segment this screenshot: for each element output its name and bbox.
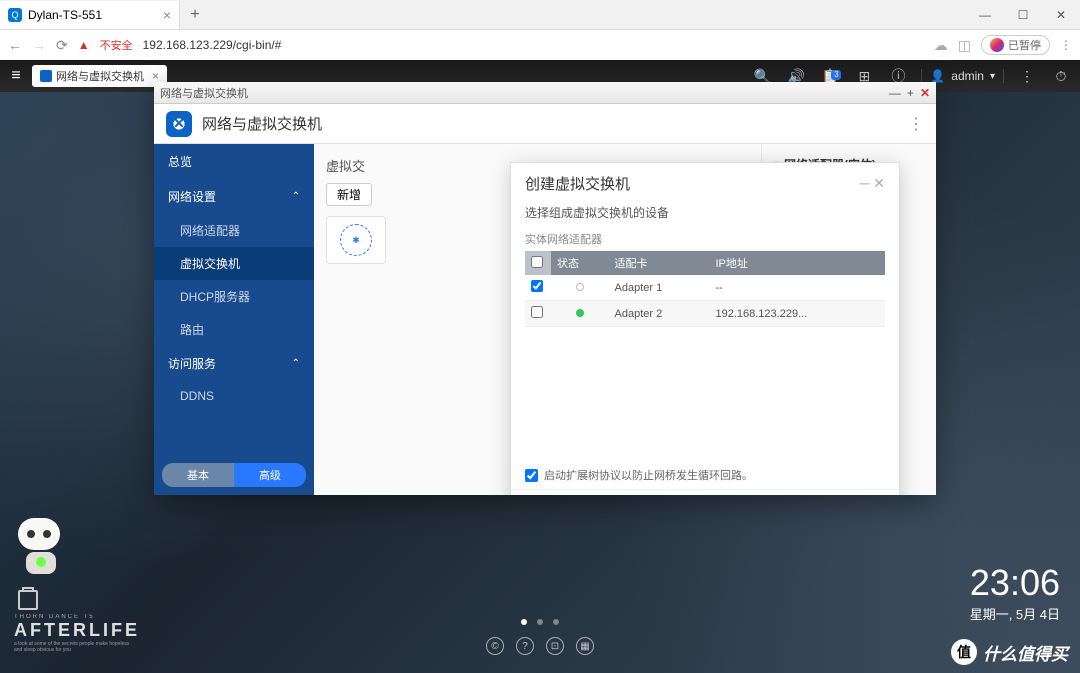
footer-icon-2[interactable]: ? <box>516 637 534 655</box>
close-button[interactable]: ✕ <box>1042 0 1080 30</box>
footer-icon-4[interactable]: ▦ <box>576 637 594 655</box>
browser-tab[interactable]: Q Dylan-TS-551 × <box>0 1 180 29</box>
back-button[interactable]: ← <box>8 37 22 53</box>
col-ip: IP地址 <box>709 251 885 275</box>
desktop-clock: 23:06 星期一, 5月 4日 <box>970 562 1060 623</box>
taskbar-app-tab[interactable]: 网络与虚拟交换机 × <box>32 65 167 87</box>
col-status: 状态 <box>551 251 609 275</box>
notifications-icon[interactable]: ⋮ <box>1012 68 1042 85</box>
minimize-button[interactable]: — <box>966 0 1004 30</box>
new-tab-button[interactable]: + <box>180 6 210 24</box>
main-pane: 虚拟交 新增 ✱ 创建虚拟交换机 ─ ✕ 选择组成虚拟交换机的设备 实体网络适配… <box>314 144 936 495</box>
center-pane: 虚拟交 新增 ✱ 创建虚拟交换机 ─ ✕ 选择组成虚拟交换机的设备 实体网络适配… <box>314 144 761 495</box>
sidebar-mode-toggle: 基本 高级 <box>154 455 314 495</box>
address-bar: ← → ⟳ ▲ 不安全 192.168.123.229/cgi-bin/# ☁ … <box>0 30 1080 60</box>
add-button[interactable]: 新增 <box>326 183 372 206</box>
clock-time: 23:06 <box>970 562 1060 604</box>
ext-icon-1[interactable]: ☁ <box>934 37 948 54</box>
url-text[interactable]: 192.168.123.229/cgi-bin/# <box>143 38 282 52</box>
app-header: 网络与虚拟交换机 ⋮ <box>154 104 936 144</box>
trash-icon <box>18 590 38 610</box>
modal-footer: 取消 步骤 1/6 上一步 下一步 <box>511 489 899 495</box>
chevron-down-icon: ▾ <box>990 71 995 82</box>
desktop-footer-icons: © ? ⊡ ▦ <box>486 637 594 655</box>
desktop-pager[interactable] <box>521 619 559 625</box>
robot-widget[interactable] <box>18 518 63 573</box>
vswitch-app-icon <box>40 70 52 82</box>
row-checkbox[interactable] <box>531 280 543 292</box>
maximize-button[interactable]: ☐ <box>1004 0 1042 30</box>
browser-chrome: Q Dylan-TS-551 × + — ☐ ✕ ← → ⟳ ▲ 不安全 192… <box>0 0 1080 60</box>
footer-icon-3[interactable]: ⊡ <box>546 637 564 655</box>
mode-basic-button[interactable]: 基本 <box>162 463 234 487</box>
insecure-icon: ▲ <box>78 38 90 52</box>
app-titlebar[interactable]: 网络与虚拟交换机 — + ✕ <box>154 82 936 104</box>
table-row[interactable]: Adapter 1 -- <box>525 275 885 301</box>
user-icon: 👤 <box>930 69 945 83</box>
tab-title: Dylan-TS-551 <box>28 8 102 22</box>
modal-hint: 选择组成虚拟交换机的设备 <box>525 204 885 221</box>
footer-icon-1[interactable]: © <box>486 637 504 655</box>
taskbar-close-icon[interactable]: × <box>152 69 159 83</box>
clock-date: 星期一, 5月 4日 <box>970 604 1060 623</box>
wallpaper-logo: THORN DANCE T5 AFTERLIFE a look at some … <box>14 590 140 653</box>
app-more-icon[interactable]: ⋮ <box>908 114 924 134</box>
adblock-icon <box>990 38 1004 52</box>
adapter-table: 状态 适配卡 IP地址 Adapter 1 -- <box>525 251 885 327</box>
app-title: 网络与虚拟交换机 <box>202 113 322 134</box>
modal-section-label: 实体网络适配器 <box>525 231 885 247</box>
app-close-button[interactable]: ✕ <box>920 86 930 100</box>
vswitch-app-window: 网络与虚拟交换机 — + ✕ 网络与虚拟交换机 ⋮ 总览 网络设置⌃ 网络适配器… <box>154 82 936 495</box>
ext-icon-2[interactable]: ◫ <box>958 37 971 54</box>
chevron-up-icon: ⌃ <box>292 358 300 369</box>
user-menu[interactable]: 👤 admin ▾ <box>921 69 1004 83</box>
sidebar-item-vswitch[interactable]: 虚拟交换机 <box>154 247 314 280</box>
chevron-up-icon: ⌃ <box>292 191 300 202</box>
smzdm-watermark: 值 什么值得买 <box>951 639 1068 665</box>
app-minimize-button[interactable]: — <box>889 86 901 100</box>
menu-icon[interactable]: ≡ <box>4 67 28 85</box>
tab-close-icon[interactable]: × <box>163 7 171 23</box>
col-adapter: 适配卡 <box>609 251 710 275</box>
col-checkbox[interactable] <box>525 251 551 275</box>
sidebar-item-ddns[interactable]: DDNS <box>154 381 314 411</box>
browser-menu-icon[interactable]: ⋮ <box>1060 38 1072 52</box>
qnap-favicon: Q <box>8 8 22 22</box>
app-maximize-button[interactable]: + <box>907 86 914 100</box>
stp-checkbox[interactable] <box>525 469 538 482</box>
create-vswitch-modal: 创建虚拟交换机 ─ ✕ 选择组成虚拟交换机的设备 实体网络适配器 状态 适配卡 … <box>510 162 900 495</box>
stp-label: 启动扩展树协议以防止网桥发生循环回路。 <box>544 467 753 483</box>
reload-button[interactable]: ⟳ <box>56 37 68 54</box>
table-row[interactable]: Adapter 2 192.168.123.229... <box>525 301 885 327</box>
adblock-badge[interactable]: 已暂停 <box>981 35 1050 55</box>
sidebar-item-adapters[interactable]: 网络适配器 <box>154 214 314 247</box>
sidebar-item-access[interactable]: 访问服务⌃ <box>154 346 314 381</box>
status-led-off-icon <box>576 283 584 291</box>
sidebar-item-dhcp[interactable]: DHCP服务器 <box>154 280 314 313</box>
status-led-on-icon <box>576 309 584 317</box>
vswitch-node-icon: ✱ <box>340 224 372 256</box>
modal-title: 创建虚拟交换机 <box>525 173 630 194</box>
browser-window-controls: — ☐ ✕ <box>966 0 1080 30</box>
row-checkbox[interactable] <box>531 306 543 318</box>
modal-close-icon[interactable]: ─ ✕ <box>859 175 885 192</box>
sidebar-item-network-settings[interactable]: 网络设置⌃ <box>154 179 314 214</box>
sidebar: 总览 网络设置⌃ 网络适配器 虚拟交换机 DHCP服务器 路由 访问服务⌃ DD… <box>154 144 314 495</box>
vswitch-logo-icon <box>166 111 192 137</box>
mode-advanced-button[interactable]: 高级 <box>234 463 306 487</box>
dashboard-icon[interactable]: ⏱ <box>1046 68 1076 85</box>
forward-button[interactable]: → <box>32 37 46 53</box>
app-window-title: 网络与虚拟交换机 <box>160 85 248 101</box>
tab-strip: Q Dylan-TS-551 × + — ☐ ✕ <box>0 0 1080 30</box>
topology-card[interactable]: ✱ <box>326 216 386 264</box>
smzdm-badge-icon: 值 <box>951 639 977 665</box>
sidebar-item-route[interactable]: 路由 <box>154 313 314 346</box>
sidebar-item-overview[interactable]: 总览 <box>154 144 314 179</box>
insecure-label: 不安全 <box>100 37 133 53</box>
